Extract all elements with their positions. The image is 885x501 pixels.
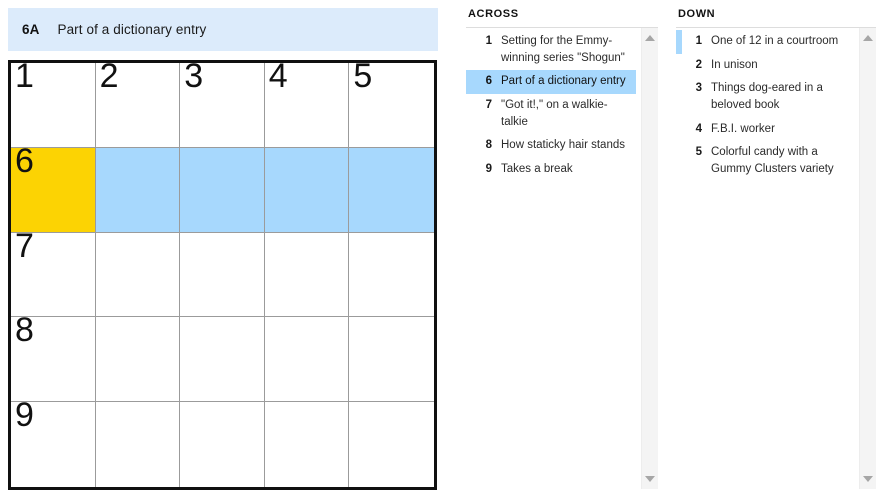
grid-cell-r5c3[interactable] bbox=[180, 402, 265, 487]
clue-text: In unison bbox=[711, 58, 758, 71]
grid-cell-r2c1[interactable]: 6 bbox=[11, 144, 96, 233]
grid-cell-r3c4[interactable] bbox=[264, 232, 350, 318]
clue-number: 3 bbox=[695, 82, 702, 95]
down-clue-2[interactable]: 2 In unison bbox=[676, 54, 854, 78]
triangle-down-icon[interactable] bbox=[860, 471, 876, 487]
grid-cell-r1c5[interactable]: 5 bbox=[349, 59, 434, 148]
grid-cells: 1 2 3 4 5 6 7 8 9 bbox=[11, 59, 434, 487]
grid-cell-r3c1[interactable]: 7 bbox=[11, 229, 96, 318]
clue-number: 5 bbox=[695, 146, 702, 159]
clue-number: 8 bbox=[485, 139, 492, 152]
clue-text: Colorful candy with a Gummy Clusters var… bbox=[711, 146, 834, 176]
cell-number: 5 bbox=[353, 57, 373, 95]
triangle-up-icon[interactable] bbox=[860, 30, 876, 46]
clue-number: 9 bbox=[485, 163, 492, 176]
grid-cell-r4c5[interactable] bbox=[349, 317, 434, 403]
down-heading: DOWN bbox=[678, 8, 716, 20]
grid-cell-r3c5[interactable] bbox=[349, 232, 434, 318]
down-scrollbar[interactable] bbox=[859, 28, 876, 489]
grid-cell-r1c3[interactable]: 3 bbox=[180, 59, 265, 148]
grid-cell-r1c4[interactable]: 4 bbox=[264, 59, 350, 148]
crossword-grid[interactable]: 1 2 3 4 5 6 7 8 9 bbox=[8, 59, 437, 490]
grid-cell-r5c2[interactable] bbox=[95, 402, 181, 487]
clue-number: 1 bbox=[485, 35, 492, 47]
across-scrollbar[interactable] bbox=[641, 28, 658, 489]
cell-number: 9 bbox=[15, 396, 34, 435]
clue-number: 6 bbox=[485, 75, 492, 88]
clue-text: Takes a break bbox=[501, 163, 573, 176]
clue-number: 7 bbox=[485, 99, 492, 112]
current-clue-number: 6A bbox=[22, 22, 40, 37]
clue-text: One of 12 in a courtroom bbox=[711, 35, 839, 47]
grid-cell-r5c4[interactable] bbox=[264, 402, 350, 487]
down-clue-1[interactable]: 1 One of 12 in a courtroom bbox=[676, 30, 854, 54]
down-clue-5[interactable]: 5 Colorful candy with a Gummy Clusters va… bbox=[676, 141, 854, 181]
across-clue-column: ACROSS 1 Setting for the Emmy-winning ser… bbox=[466, 8, 658, 501]
triangle-up-icon[interactable] bbox=[642, 30, 658, 46]
clue-number: 1 bbox=[695, 35, 702, 47]
across-clue-7[interactable]: 7 "Got it!," on a walkie-talkie bbox=[466, 94, 636, 134]
clue-text: How staticky hair stands bbox=[501, 139, 625, 152]
down-clue-3[interactable]: 3 Things dog-eared in a beloved book bbox=[676, 77, 854, 117]
across-clue-9[interactable]: 9 Takes a break bbox=[466, 158, 636, 182]
grid-cell-r2c3[interactable] bbox=[180, 147, 265, 233]
down-clue-column: DOWN 1 One of 12 in a courtroom 2 In unison… bbox=[676, 8, 876, 501]
grid-cell-r5c5[interactable] bbox=[349, 402, 434, 487]
grid-cell-r4c3[interactable] bbox=[180, 317, 265, 403]
across-heading: ACROSS bbox=[468, 8, 519, 20]
across-clue-8[interactable]: 8 How staticky hair stands bbox=[466, 134, 636, 158]
puzzle-pane: 6A Part of a dictionary entry 1 2 3 4 5 6 7 8 9 bbox=[0, 0, 445, 501]
grid-cell-r4c2[interactable] bbox=[95, 317, 181, 403]
cell-number: 6 bbox=[15, 141, 34, 180]
clue-text: "Got it!," on a walkie-talkie bbox=[501, 99, 608, 128]
grid-cell-r3c2[interactable] bbox=[95, 232, 181, 318]
clue-text: Part of a dictionary entry bbox=[501, 75, 626, 88]
triangle-down-icon[interactable] bbox=[642, 471, 658, 487]
grid-cell-r1c2[interactable]: 2 bbox=[95, 59, 181, 148]
cell-number: 2 bbox=[99, 57, 119, 95]
current-clue-bar[interactable]: 6A Part of a dictionary entry bbox=[8, 8, 438, 51]
cell-number: 3 bbox=[184, 57, 204, 95]
clue-number: 4 bbox=[695, 122, 702, 135]
grid-cell-r5c1[interactable]: 9 bbox=[11, 398, 96, 487]
grid-cell-r2c4[interactable] bbox=[264, 147, 350, 233]
clue-text: F.B.I. worker bbox=[711, 122, 775, 135]
clue-number: 2 bbox=[695, 58, 702, 71]
grid-cell-r2c2[interactable] bbox=[95, 147, 181, 233]
grid-cell-r3c3[interactable] bbox=[180, 232, 265, 318]
crossword-app: 6A Part of a dictionary entry 1 2 3 4 5 6 7 8 9 … bbox=[0, 0, 885, 501]
cell-number: 7 bbox=[15, 226, 34, 265]
clue-text: Things dog-eared in a beloved book bbox=[711, 82, 823, 112]
grid-cell-r4c1[interactable]: 8 bbox=[11, 313, 96, 403]
grid-cell-r4c4[interactable] bbox=[264, 317, 350, 403]
down-clue-list-box: 1 One of 12 in a courtroom 2 In unison 3 Thin… bbox=[676, 27, 876, 489]
down-clue-list: 1 One of 12 in a courtroom 2 In unison 3 Thin… bbox=[676, 30, 854, 489]
across-clue-6[interactable]: 6 Part of a dictionary entry bbox=[466, 70, 636, 95]
across-clue-list-box: 1 Setting for the Emmy-winning series "Sh… bbox=[466, 27, 658, 489]
across-clue-list: 1 Setting for the Emmy-winning series "Sh… bbox=[466, 30, 636, 489]
down-clue-4[interactable]: 4 F.B.I. worker bbox=[676, 118, 854, 142]
cell-number: 1 bbox=[15, 57, 34, 95]
current-clue-text: Part of a dictionary entry bbox=[57, 22, 207, 37]
cell-number: 8 bbox=[15, 311, 34, 350]
grid-cell-r2c5[interactable] bbox=[349, 147, 434, 233]
grid-cell-r1c1[interactable]: 1 bbox=[11, 59, 96, 148]
cell-number: 4 bbox=[268, 57, 288, 95]
clue-text: Setting for the Emmy-winning series "Sho… bbox=[501, 35, 625, 64]
across-clue-1[interactable]: 1 Setting for the Emmy-winning series "Sh… bbox=[466, 30, 636, 70]
